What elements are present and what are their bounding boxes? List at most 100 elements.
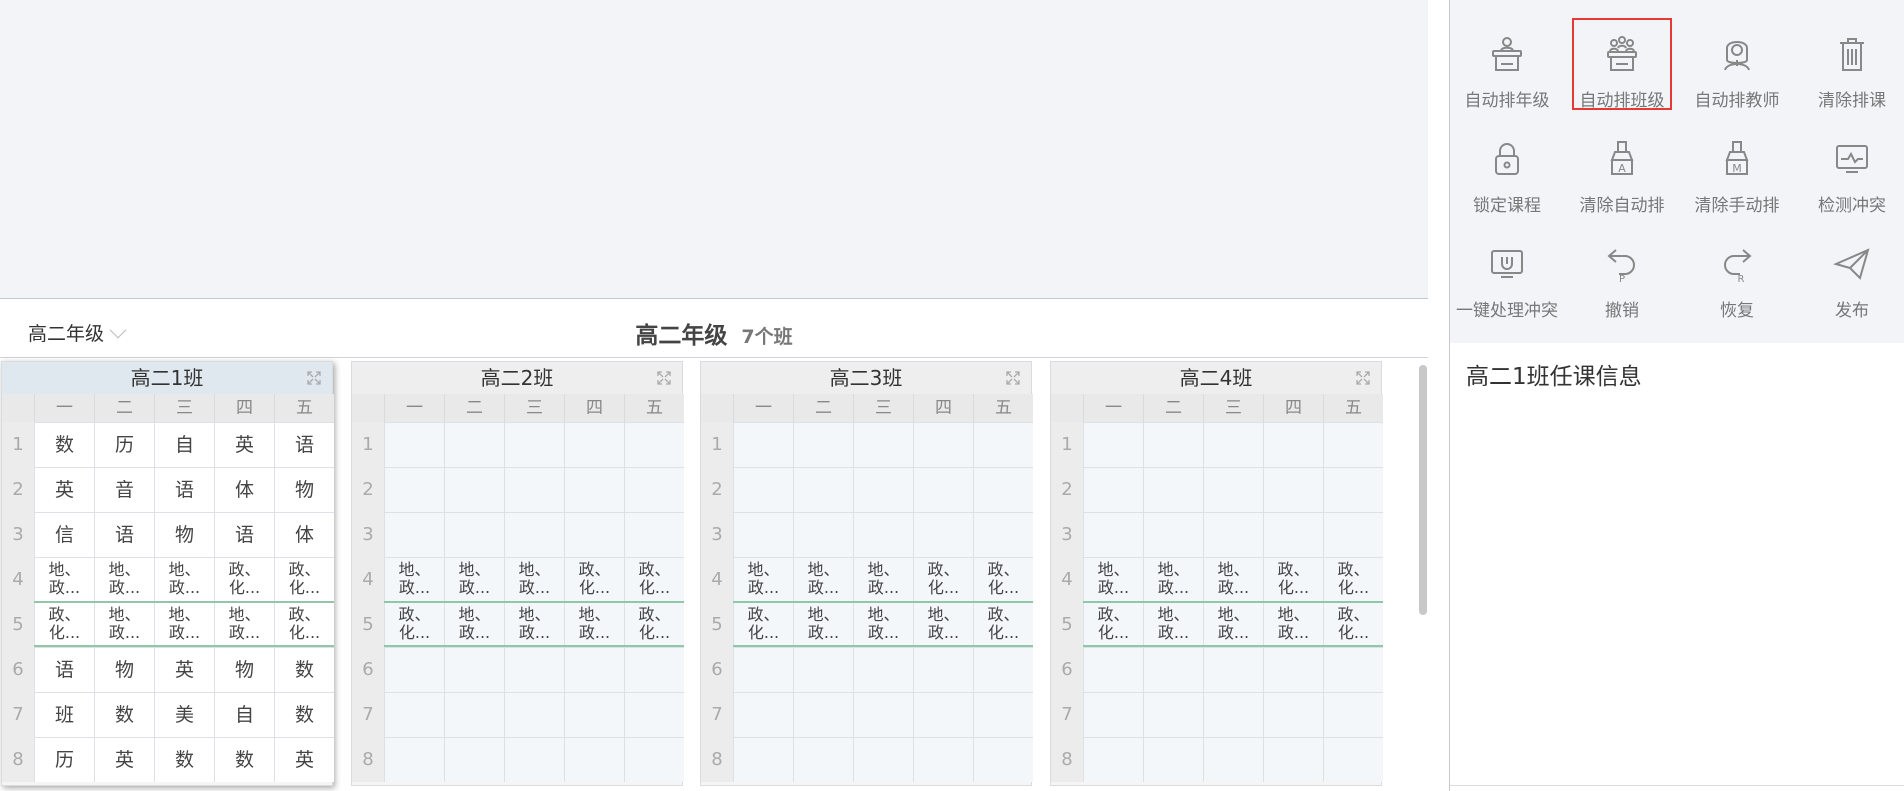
lesson-cell[interactable] xyxy=(564,737,624,782)
lesson-cell[interactable] xyxy=(1143,422,1203,467)
tool-monitor-fix-button[interactable]: 一键处理冲突 xyxy=(1456,228,1558,321)
lesson-cell[interactable] xyxy=(1203,692,1263,737)
lesson-cell[interactable]: 历 xyxy=(34,737,94,782)
tool-broom-a-button[interactable]: A 清除自动排 xyxy=(1572,123,1672,216)
lesson-cell[interactable] xyxy=(504,422,564,467)
lesson-cell[interactable] xyxy=(1263,512,1323,557)
lesson-cell[interactable]: 物 xyxy=(274,467,334,512)
lesson-cell[interactable]: 地、 政... xyxy=(504,557,564,602)
class-card[interactable]: 高二4班一二三四五 1 2 3 4 地、 政... 地、 政... 地、 政... 政、 化... 政、化… xyxy=(1050,361,1383,786)
lesson-cell[interactable]: 物 xyxy=(214,647,274,692)
lesson-cell[interactable]: 英 xyxy=(154,647,214,692)
lesson-cell[interactable]: 物 xyxy=(154,512,214,557)
lesson-cell[interactable]: 政、 化... xyxy=(384,602,444,647)
lesson-cell[interactable]: 地、 政... xyxy=(1083,557,1143,602)
lesson-cell[interactable] xyxy=(384,647,444,692)
lesson-cell[interactable] xyxy=(853,737,913,782)
lesson-cell[interactable] xyxy=(853,692,913,737)
lesson-cell[interactable]: 语 xyxy=(34,647,94,692)
lesson-cell[interactable] xyxy=(564,647,624,692)
lesson-cell[interactable]: 地、 政... xyxy=(444,557,504,602)
lesson-cell[interactable] xyxy=(504,512,564,557)
lesson-cell[interactable] xyxy=(733,467,793,512)
lesson-cell[interactable] xyxy=(624,692,684,737)
lesson-cell[interactable]: 政、 化... xyxy=(214,557,274,602)
lesson-cell[interactable] xyxy=(1323,422,1383,467)
lesson-cell[interactable] xyxy=(444,512,504,557)
lesson-cell[interactable] xyxy=(564,467,624,512)
lesson-cell[interactable]: 地、 政... xyxy=(564,602,624,647)
lesson-cell[interactable] xyxy=(973,692,1033,737)
tool-lock-button[interactable]: 锁定课程 xyxy=(1457,123,1557,216)
lesson-cell[interactable] xyxy=(624,422,684,467)
lesson-cell[interactable] xyxy=(624,467,684,512)
lesson-cell[interactable] xyxy=(1203,467,1263,512)
lesson-cell[interactable] xyxy=(793,692,853,737)
lesson-cell[interactable] xyxy=(624,512,684,557)
lesson-cell[interactable]: 班 xyxy=(34,692,94,737)
lesson-cell[interactable] xyxy=(444,467,504,512)
tool-broom-m-button[interactable]: M 清除手动排 xyxy=(1687,123,1787,216)
lesson-cell[interactable] xyxy=(624,647,684,692)
expand-icon[interactable] xyxy=(1005,370,1021,386)
lesson-cell[interactable]: 地、 政... xyxy=(853,602,913,647)
lesson-cell[interactable]: 地、 政... xyxy=(1203,557,1263,602)
lesson-cell[interactable] xyxy=(733,692,793,737)
lesson-cell[interactable] xyxy=(793,467,853,512)
lesson-cell[interactable]: 政、 化... xyxy=(274,602,334,647)
lesson-cell[interactable]: 地、 政... xyxy=(793,557,853,602)
lesson-cell[interactable] xyxy=(733,512,793,557)
lesson-cell[interactable] xyxy=(1323,647,1383,692)
lesson-cell[interactable]: 政、 化... xyxy=(274,557,334,602)
tool-redo-button[interactable]: R 恢复 xyxy=(1687,228,1787,321)
lesson-cell[interactable] xyxy=(384,467,444,512)
lesson-cell[interactable]: 数 xyxy=(274,692,334,737)
lesson-cell[interactable] xyxy=(793,647,853,692)
vertical-scrollbar[interactable] xyxy=(1419,365,1427,615)
lesson-cell[interactable] xyxy=(1083,467,1143,512)
lesson-cell[interactable] xyxy=(444,422,504,467)
lesson-cell[interactable] xyxy=(853,647,913,692)
lesson-cell[interactable]: 政、 化... xyxy=(1323,602,1383,647)
lesson-cell[interactable]: 地、 政... xyxy=(1203,602,1263,647)
lesson-cell[interactable] xyxy=(1203,422,1263,467)
lesson-cell[interactable]: 地、 政... xyxy=(1263,602,1323,647)
lesson-cell[interactable] xyxy=(384,737,444,782)
lesson-cell[interactable] xyxy=(444,647,504,692)
lesson-cell[interactable]: 政、 化... xyxy=(564,557,624,602)
lesson-cell[interactable]: 地、 政... xyxy=(504,602,564,647)
lesson-cell[interactable]: 语 xyxy=(274,422,334,467)
lesson-cell[interactable]: 英 xyxy=(274,737,334,782)
lesson-cell[interactable] xyxy=(733,647,793,692)
lesson-cell[interactable] xyxy=(973,737,1033,782)
class-card[interactable]: 高二3班一二三四五 1 2 3 4 地、 政... 地、 政... 地、 政... 政、 化... 政、化… xyxy=(700,361,1033,786)
lesson-cell[interactable] xyxy=(1143,647,1203,692)
lesson-cell[interactable] xyxy=(1143,737,1203,782)
lesson-cell[interactable]: 地、 政... xyxy=(384,557,444,602)
lesson-cell[interactable]: 地、 政... xyxy=(154,557,214,602)
lesson-cell[interactable] xyxy=(1263,737,1323,782)
lesson-cell[interactable] xyxy=(444,692,504,737)
lesson-cell[interactable]: 政、 化... xyxy=(1323,557,1383,602)
lesson-cell[interactable] xyxy=(913,467,973,512)
lesson-cell[interactable]: 数 xyxy=(34,422,94,467)
lesson-cell[interactable] xyxy=(1083,692,1143,737)
tool-send-button[interactable]: 发布 xyxy=(1802,228,1902,321)
lesson-cell[interactable] xyxy=(853,512,913,557)
lesson-cell[interactable] xyxy=(1203,512,1263,557)
lesson-cell[interactable] xyxy=(793,737,853,782)
lesson-cell[interactable] xyxy=(853,467,913,512)
lesson-cell[interactable] xyxy=(733,422,793,467)
lesson-cell[interactable]: 地、 政... xyxy=(444,602,504,647)
lesson-cell[interactable]: 数 xyxy=(94,692,154,737)
lesson-cell[interactable]: 语 xyxy=(154,467,214,512)
lesson-cell[interactable]: 地、 政... xyxy=(913,602,973,647)
lesson-cell[interactable] xyxy=(564,422,624,467)
tool-undo-button[interactable]: P 撤销 xyxy=(1572,228,1672,321)
lesson-cell[interactable]: 数 xyxy=(274,647,334,692)
tool-monitor-pulse-button[interactable]: 检测冲突 xyxy=(1802,123,1902,216)
lesson-cell[interactable] xyxy=(444,737,504,782)
lesson-cell[interactable]: 英 xyxy=(94,737,154,782)
class-card[interactable]: 高二1班一二三四五 1 数历自英语 2 英音语体物 3 信语物语体 4 地、 政... 地、 政...… xyxy=(1,361,334,786)
lesson-cell[interactable]: 美 xyxy=(154,692,214,737)
